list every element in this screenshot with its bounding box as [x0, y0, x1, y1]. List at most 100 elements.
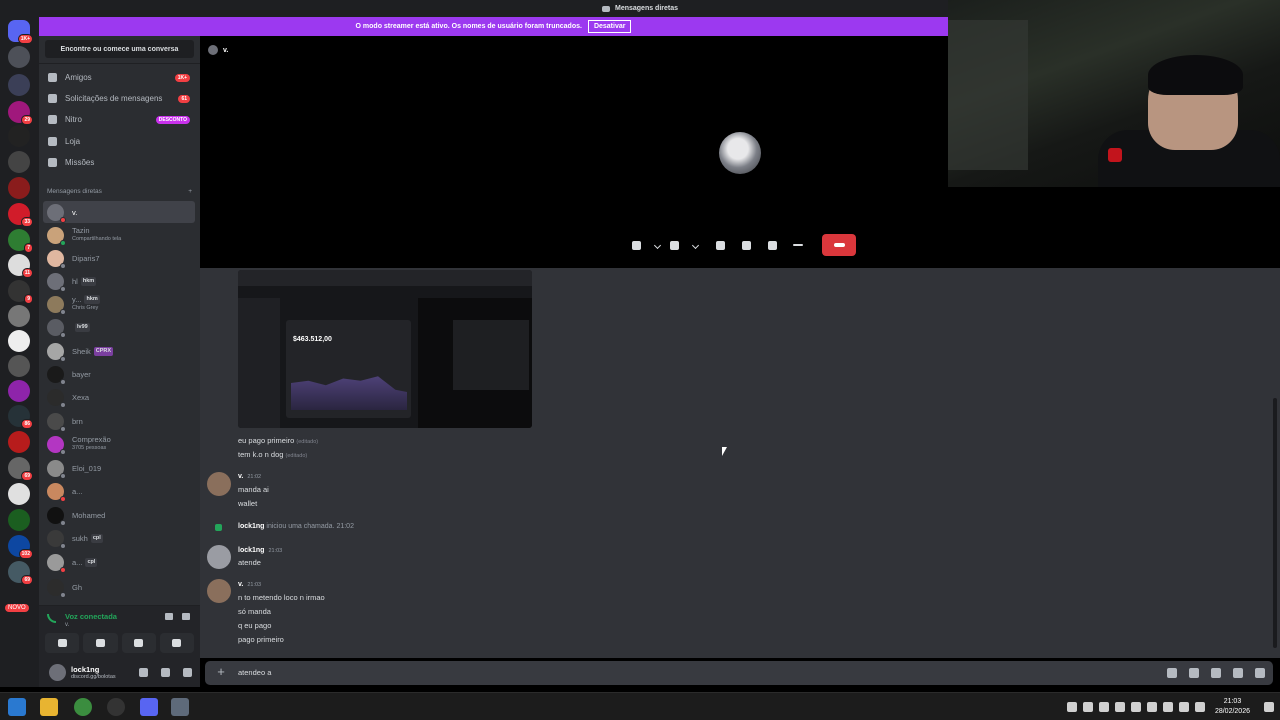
more-options-button[interactable] [788, 235, 808, 255]
app-tray-icon[interactable] [1114, 702, 1125, 712]
disable-streamer-button[interactable]: Desativar [587, 20, 632, 33]
server-icon[interactable]: 102 [8, 535, 33, 559]
nav-message-requests[interactable]: Solicitações de mensagens 61 [45, 89, 196, 108]
disconnect-icon[interactable] [182, 613, 190, 620]
server-icon[interactable]: 11 [8, 254, 33, 278]
dm-item[interactable]: Diparis7 [43, 247, 195, 269]
camera-button[interactable] [664, 235, 684, 255]
dm-item[interactable]: Comprexão 3705 pessoas [43, 433, 195, 455]
message-author[interactable]: v. 21:02 [238, 473, 261, 480]
server-icon[interactable] [8, 305, 30, 327]
dm-item[interactable]: a... [43, 480, 195, 502]
gif-icon[interactable] [1189, 668, 1199, 678]
server-icon[interactable] [8, 125, 30, 147]
avatar[interactable] [49, 664, 66, 681]
camera-button[interactable] [45, 633, 80, 653]
mic-options-button[interactable] [652, 235, 662, 255]
message-author[interactable]: v. 21:03 [238, 581, 261, 588]
dm-item[interactable]: sukh cpl [43, 527, 195, 549]
notification-icon[interactable] [1264, 702, 1274, 712]
app-icon[interactable] [107, 698, 125, 716]
server-icon[interactable]: 69 [8, 561, 33, 585]
server-icon[interactable] [8, 74, 30, 96]
dm-item[interactable]: brn [43, 410, 195, 432]
server-icon[interactable]: 29 [8, 101, 33, 125]
soundboard-button[interactable] [762, 235, 782, 255]
dm-item[interactable]: v. [43, 201, 195, 223]
share-screen-button[interactable] [710, 235, 730, 255]
camera-options-button[interactable] [690, 235, 700, 255]
message-author[interactable]: lock1ng 21:03 [238, 547, 282, 554]
add-attachment-button[interactable]: + [214, 665, 228, 679]
dm-item[interactable]: Xexa [43, 386, 195, 408]
call-participant-avatar[interactable] [719, 132, 761, 174]
nav-shop[interactable]: Loja [45, 132, 196, 151]
sticker-icon[interactable] [1211, 668, 1221, 678]
soundboard-button[interactable] [159, 633, 194, 653]
volume-icon[interactable] [1178, 702, 1189, 712]
gift-icon[interactable] [1167, 668, 1177, 678]
microphone-icon[interactable] [139, 668, 148, 677]
emoji-icon[interactable] [1233, 668, 1243, 678]
server-icon[interactable] [8, 431, 30, 453]
server-icon[interactable] [8, 46, 30, 68]
dm-item[interactable]: a... cpl [43, 551, 195, 573]
server-icon[interactable]: 86 [8, 405, 33, 429]
dm-item[interactable]: Iv99 [43, 316, 195, 338]
server-icon[interactable]: 69 [8, 457, 33, 481]
avatar[interactable] [207, 579, 231, 603]
dm-item[interactable]: hl hkm [43, 270, 195, 292]
battery-icon[interactable] [1162, 702, 1173, 712]
dm-item[interactable]: Sheik CPRX [43, 340, 195, 362]
voice-channel[interactable]: v. [65, 622, 69, 628]
chat-scrollbar[interactable] [1273, 398, 1277, 648]
app-tray-icon[interactable] [1082, 702, 1093, 712]
discord-icon[interactable] [140, 698, 158, 716]
server-icon[interactable]: 7 [8, 229, 33, 253]
end-call-button[interactable] [822, 234, 856, 256]
app-icon[interactable] [171, 698, 189, 716]
dm-item[interactable]: bayer [43, 363, 195, 385]
create-dm-button[interactable]: + [188, 188, 192, 195]
app-tray-icon[interactable] [1130, 702, 1141, 712]
network-icon[interactable] [1194, 702, 1205, 712]
dm-item[interactable]: Tazin Compartilhando tela [43, 224, 195, 246]
share-screen-button[interactable] [83, 633, 118, 653]
headphones-icon[interactable] [161, 668, 170, 677]
activities-button[interactable] [736, 235, 756, 255]
message-input[interactable]: atendeo a [238, 668, 271, 677]
start-icon[interactable] [8, 698, 26, 716]
chrome-icon[interactable] [74, 698, 92, 716]
server-icon[interactable] [8, 509, 30, 531]
activities-button[interactable] [121, 633, 156, 653]
avatar[interactable] [207, 472, 231, 496]
gear-icon[interactable] [183, 668, 192, 677]
nav-friends[interactable]: Amigos 1K+ [45, 68, 196, 87]
dm-item[interactable]: Gh [43, 576, 195, 598]
server-icon[interactable] [8, 483, 30, 505]
noise-suppression-icon[interactable] [165, 613, 173, 620]
microphone-icon[interactable] [1146, 702, 1157, 712]
chevron-up-icon[interactable] [1066, 702, 1077, 712]
search-conversation-button[interactable]: Encontre ou comece uma conversa [45, 40, 194, 58]
dm-item[interactable]: Mohamed [43, 504, 195, 526]
avatar[interactable] [207, 545, 231, 569]
server-icon[interactable] [8, 355, 30, 377]
server-icon[interactable] [8, 151, 30, 173]
server-icon[interactable] [8, 380, 30, 402]
dm-item[interactable]: Eloi_019 [43, 457, 195, 479]
apps-icon[interactable] [1255, 668, 1265, 678]
server-icon[interactable] [8, 330, 30, 352]
app-tray-icon[interactable] [1098, 702, 1109, 712]
file-explorer-icon[interactable] [40, 698, 58, 716]
server-icon[interactable]: 33 [8, 203, 33, 227]
image-attachment[interactable]: $463.512,00 [238, 270, 532, 428]
dm-item[interactable]: y... hkm Chris Grey [43, 293, 195, 315]
nav-nitro[interactable]: Nitro DESCONTO [45, 110, 196, 129]
server-icon[interactable]: 9 [8, 280, 33, 304]
server-icon[interactable] [8, 177, 30, 199]
mute-button[interactable] [626, 235, 646, 255]
clock[interactable]: 21:03 28/02/2026 [1215, 697, 1250, 717]
home-button[interactable]: 1K+ [8, 20, 33, 44]
nav-quests[interactable]: Missões [45, 153, 196, 172]
